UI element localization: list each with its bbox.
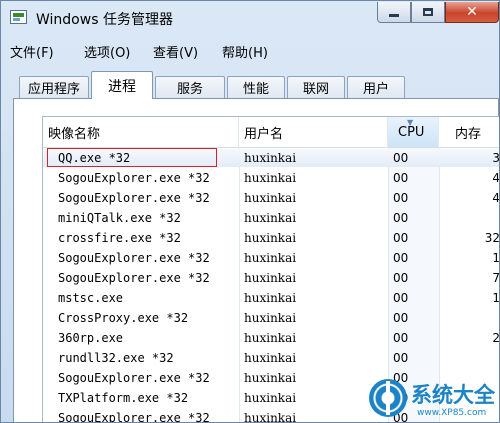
process-image-name: 360rp.exe (58, 331, 124, 345)
column-header-image-name[interactable]: 映像名称 (43, 117, 239, 147)
process-user-name: huxinkai (244, 351, 297, 365)
process-row[interactable]: 360rp.exe huxinkai 00 2 (43, 328, 500, 348)
process-image-name: miniQTalk.exe *32 (58, 211, 181, 225)
process-row[interactable]: SogouExplorer.exe *32 huxinkai 00 4 (43, 168, 500, 188)
process-image-name: mstsc.exe (58, 291, 124, 305)
maximize-icon (423, 8, 433, 16)
process-cpu: 00 (393, 271, 409, 285)
tab-services[interactable]: 服务 (155, 76, 225, 98)
sort-descending-icon: ▼ (407, 118, 414, 127)
tab-users[interactable]: 用户 (347, 76, 405, 98)
process-memory: 1 (492, 291, 500, 305)
process-image-name: SogouExplorer.exe *32 (58, 191, 210, 205)
process-user-name: huxinkai (244, 171, 297, 185)
process-user-name: huxinkai (244, 411, 297, 423)
menu-view[interactable]: 查看(V) (153, 42, 198, 61)
process-list[interactable]: 映像名称 用户名 ▼ CPU 内存 QQ.exe *32 huxinkai 00 3 S… (42, 116, 500, 423)
process-cpu: 00 (393, 291, 409, 305)
column-header-user-name[interactable]: 用户名 (239, 117, 388, 147)
process-image-name: SogouExplorer.exe *32 (58, 271, 210, 285)
menu-help[interactable]: 帮助(H) (222, 42, 268, 61)
menu-bar: 文件(F) 选项(O) 查看(V) 帮助(H) (1, 39, 499, 61)
process-image-name: TXPlatform.exe *32 (58, 391, 189, 405)
process-image-name: rundll32.exe *32 (58, 351, 174, 365)
process-memory (439, 348, 499, 368)
process-memory: 32 (484, 231, 500, 245)
process-row[interactable]: rundll32.exe *32 huxinkai 00 (43, 348, 499, 368)
process-row[interactable]: SogouExplorer.exe *32 huxinkai 00 4 (43, 188, 500, 208)
process-row[interactable]: SogouExplorer.exe *32 huxinkai 00 1 (43, 248, 500, 268)
process-user-name: huxinkai (244, 331, 297, 345)
process-image-name: CrossProxy.exe *32 (58, 311, 189, 325)
watermark-url: www.XP85.com (417, 408, 487, 418)
close-button[interactable]: ✕ (445, 2, 499, 23)
close-icon: ✕ (466, 4, 478, 20)
process-list-header: 映像名称 用户名 ▼ CPU 内存 (43, 117, 499, 148)
process-user-name: huxinkai (244, 231, 297, 245)
process-cpu: 00 (393, 171, 409, 185)
process-memory (439, 308, 499, 328)
process-image-name: QQ.exe *32 (58, 151, 131, 165)
process-image-name: SogouExplorer.exe *32 (58, 171, 210, 185)
task-manager-app-icon (10, 10, 27, 24)
process-cpu: 00 (393, 351, 409, 365)
minimize-button[interactable] (377, 2, 411, 23)
process-image-name: SogouExplorer.exe *32 (58, 251, 210, 265)
maximize-button[interactable] (411, 2, 445, 23)
process-user-name: huxinkai (244, 251, 297, 265)
site-watermark: 系统大全 www.XP85.com (369, 379, 499, 422)
process-user-name: huxinkai (244, 371, 297, 385)
process-image-name: crossfire.exe *32 (58, 231, 181, 245)
task-manager-window: Windows 任务管理器 ✕ 文件(F) 选项(O) 查看(V) 帮助(H) … (0, 0, 500, 423)
process-cpu: 00 (393, 151, 409, 165)
process-user-name: huxinkai (244, 151, 297, 165)
process-memory: 4 (492, 171, 500, 185)
column-header-cpu[interactable]: ▼ CPU (388, 117, 439, 147)
process-user-name: huxinkai (244, 271, 297, 285)
process-cpu: 00 (393, 191, 409, 205)
window-title: Windows 任务管理器 (36, 12, 173, 28)
tab-performance[interactable]: 性能 (227, 76, 285, 98)
process-row[interactable]: miniQTalk.exe *32 huxinkai 00 (43, 208, 499, 228)
process-cpu: 00 (393, 311, 409, 325)
process-memory: 4 (492, 191, 500, 205)
minimize-icon (389, 14, 399, 17)
process-row[interactable]: SogouExplorer.exe *32 huxinkai 00 7 (43, 268, 500, 288)
watermark-logo-icon (369, 379, 407, 417)
process-image-name: SogouExplorer.exe *32 (58, 371, 210, 385)
process-user-name: huxinkai (244, 311, 297, 325)
process-row[interactable]: CrossProxy.exe *32 huxinkai 00 (43, 308, 499, 328)
tab-processes[interactable]: 进程 (91, 71, 153, 99)
title-bar[interactable]: Windows 任务管理器 ✕ (1, 1, 499, 35)
process-row[interactable]: QQ.exe *32 huxinkai 00 3 (43, 148, 500, 168)
process-memory: 1 (492, 251, 500, 265)
process-cpu: 00 (393, 231, 409, 245)
process-image-name: SogouExplorer.exe *32 (58, 411, 210, 423)
process-row[interactable]: mstsc.exe huxinkai 00 1 (43, 288, 500, 308)
process-row[interactable]: crossfire.exe *32 huxinkai 00 32 (43, 228, 500, 248)
process-user-name: huxinkai (244, 191, 297, 205)
tab-networking[interactable]: 联网 (287, 76, 345, 98)
process-user-name: huxinkai (244, 391, 297, 405)
process-memory (439, 208, 499, 228)
tab-content-panel: 映像名称 用户名 ▼ CPU 内存 QQ.exe *32 huxinkai 00 3 S… (13, 98, 500, 423)
process-user-name: huxinkai (244, 291, 297, 305)
column-header-memory[interactable]: 内存 (439, 117, 499, 147)
tab-applications[interactable]: 应用程序 (19, 76, 89, 98)
process-memory: 7 (492, 271, 500, 285)
process-user-name: huxinkai (244, 211, 297, 225)
process-cpu: 00 (393, 211, 409, 225)
menu-options[interactable]: 选项(O) (84, 42, 130, 61)
menu-file[interactable]: 文件(F) (10, 42, 54, 61)
process-cpu: 00 (393, 331, 409, 345)
watermark-text: 系统大全 (411, 383, 495, 407)
tab-strip: 应用程序 进程 服务 性能 联网 用户 (1, 71, 499, 99)
process-memory: 2 (492, 331, 500, 345)
process-cpu: 00 (393, 251, 409, 265)
process-memory: 3 (492, 151, 500, 165)
